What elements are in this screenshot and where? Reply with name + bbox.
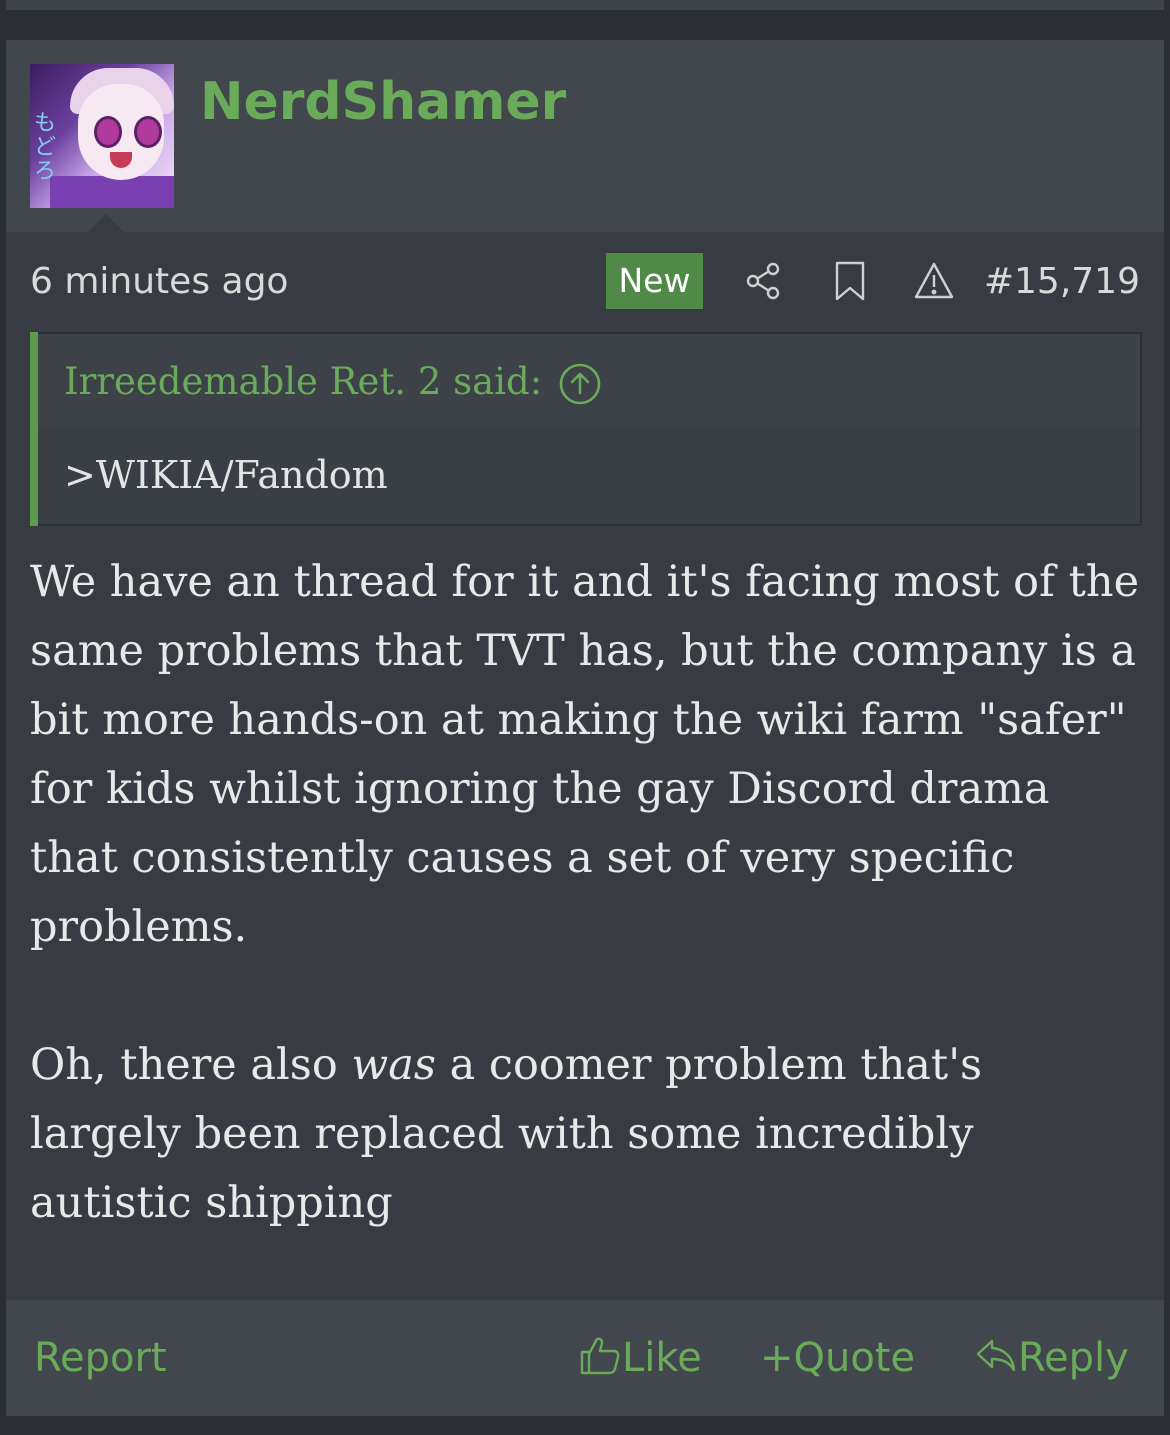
p2-emphasis: was	[351, 1040, 436, 1090]
previous-post-edge	[0, 0, 1170, 40]
avatar-body	[50, 176, 174, 208]
bookmark-icon[interactable]	[828, 259, 872, 303]
quote-text: >WIKIA/Fandom	[64, 453, 388, 497]
quote-label: Quote	[793, 1335, 916, 1381]
post-user-header: もどろ NerdShamer	[6, 40, 1164, 232]
post-paragraph-1: We have an thread for it and it's facing…	[30, 557, 1140, 952]
avatar-right-eye	[134, 116, 162, 148]
like-button[interactable]: Like	[578, 1330, 702, 1386]
post-timestamp[interactable]: 6 minutes ago	[30, 256, 288, 308]
post-number-link[interactable]: #15,719	[984, 256, 1140, 308]
avatar-glyph-text: もどろ	[34, 111, 57, 184]
quote-accent-bar	[30, 332, 38, 526]
post-actions-bar: Report Like +Quote Reply	[6, 1300, 1164, 1416]
post-paragraph-2: Oh, there also was a coomer problem that…	[30, 1031, 1140, 1238]
forum-post: もどろ NerdShamer 6 minutes ago New #15,719	[6, 40, 1164, 1416]
quote-button[interactable]: +Quote	[760, 1330, 915, 1386]
page-bottom-gap	[0, 1416, 1170, 1435]
thumbs-up-icon	[578, 1335, 622, 1381]
warning-icon[interactable]	[912, 259, 956, 303]
p2-text-start: Oh, there also	[30, 1040, 352, 1090]
post-meta-bar: 6 minutes ago New #15,719	[6, 232, 1164, 332]
report-button[interactable]: Report	[34, 1330, 167, 1386]
share-icon[interactable]	[742, 259, 786, 303]
previous-post-bottom	[6, 0, 1164, 10]
quote-author-link[interactable]: Irreedemable Ret. 2 said:	[64, 356, 542, 408]
avatar[interactable]: もどろ	[30, 64, 174, 208]
username[interactable]: NerdShamer	[200, 70, 566, 134]
reply-arrow-icon	[974, 1335, 1018, 1381]
reply-button[interactable]: Reply	[974, 1330, 1129, 1386]
new-badge: New	[606, 253, 703, 309]
avatar-left-eye	[94, 116, 122, 148]
jump-to-quote-arrow-up-icon[interactable]	[558, 362, 602, 406]
plus-icon: +	[760, 1335, 794, 1381]
quote-block: Irreedemable Ret. 2 said: >WIKIA/Fandom	[30, 332, 1142, 526]
post-body: We have an thread for it and it's facing…	[30, 548, 1140, 1238]
like-label: Like	[622, 1335, 702, 1381]
header-pointer	[88, 214, 124, 232]
reply-label: Reply	[1018, 1335, 1129, 1381]
